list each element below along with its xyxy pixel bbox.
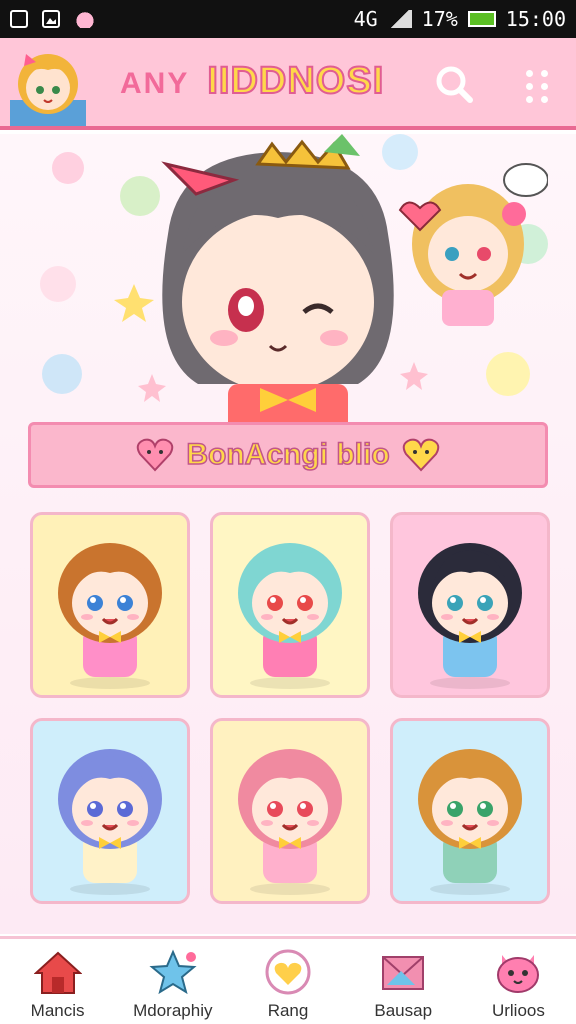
nav-label: Bausap <box>374 1001 433 1020</box>
nav-item-home[interactable]: Mancis <box>0 939 115 1024</box>
character-card-chibi-ginger[interactable] <box>390 718 550 904</box>
heart-icon <box>265 949 311 995</box>
notification-icon <box>10 10 28 28</box>
app-title-part2: IIDDNOSI <box>206 59 385 103</box>
nav-item-message[interactable]: Bausap <box>346 939 461 1024</box>
character-card-chibi-blue[interactable] <box>30 718 190 904</box>
banner-title: BonAcngi blio <box>186 437 391 472</box>
app-title: ANY IIDDNOSI <box>120 59 385 103</box>
nav-label: Mancis <box>30 1001 85 1020</box>
battery-percent: 17% <box>421 7 458 31</box>
network-label: 4G <box>353 7 378 31</box>
envelope-icon <box>382 956 425 990</box>
home-icon <box>33 951 82 994</box>
status-bar: 4G 17% 15:00 <box>0 0 576 38</box>
main-content: BonAcngi blio <box>0 134 576 934</box>
nav-label: Urlioos <box>491 1001 545 1020</box>
chibi-character-icon <box>58 749 162 895</box>
chibi-character-icon <box>418 749 522 895</box>
heart-face-icon <box>137 438 174 472</box>
hero-illustration[interactable] <box>28 134 548 434</box>
character-card-chibi-mint[interactable] <box>210 512 370 698</box>
profile-avatar[interactable] <box>10 42 86 126</box>
character-card-chibi-brown[interactable] <box>30 512 190 698</box>
chibi-character-icon <box>238 749 342 895</box>
signal-icon <box>387 10 412 28</box>
search-icon[interactable] <box>432 62 476 106</box>
star-icon <box>149 949 197 995</box>
cat-icon <box>74 10 96 28</box>
nav-item-profile[interactable]: Urlioos <box>461 939 576 1024</box>
chibi-character-icon <box>418 543 522 689</box>
bottom-nav: Mancis Mdoraphiy Rang Bausap Urlioos <box>0 936 576 1024</box>
nav-item-star[interactable]: Mdoraphiy <box>115 939 230 1024</box>
image-icon <box>42 10 60 28</box>
character-card-chibi-black[interactable] <box>390 512 550 698</box>
chibi-character-icon <box>58 543 162 689</box>
clock: 15:00 <box>505 7 566 31</box>
promo-banner[interactable]: BonAcngi blio <box>28 422 548 488</box>
character-grid <box>30 512 550 904</box>
nav-label: Rang <box>267 1001 309 1020</box>
chibi-character-icon <box>238 543 342 689</box>
app-header: ANY IIDDNOSI <box>0 38 576 130</box>
heart-face-icon <box>402 438 439 472</box>
app-title-part1: ANY <box>120 67 190 100</box>
battery-icon <box>467 11 496 27</box>
nav-item-heart[interactable]: Rang <box>230 939 345 1024</box>
nav-label: Mdoraphiy <box>133 1001 213 1020</box>
cat-face-icon <box>497 955 540 993</box>
grid-dots-icon[interactable] <box>516 62 560 106</box>
character-card-chibi-pink[interactable] <box>210 718 370 904</box>
